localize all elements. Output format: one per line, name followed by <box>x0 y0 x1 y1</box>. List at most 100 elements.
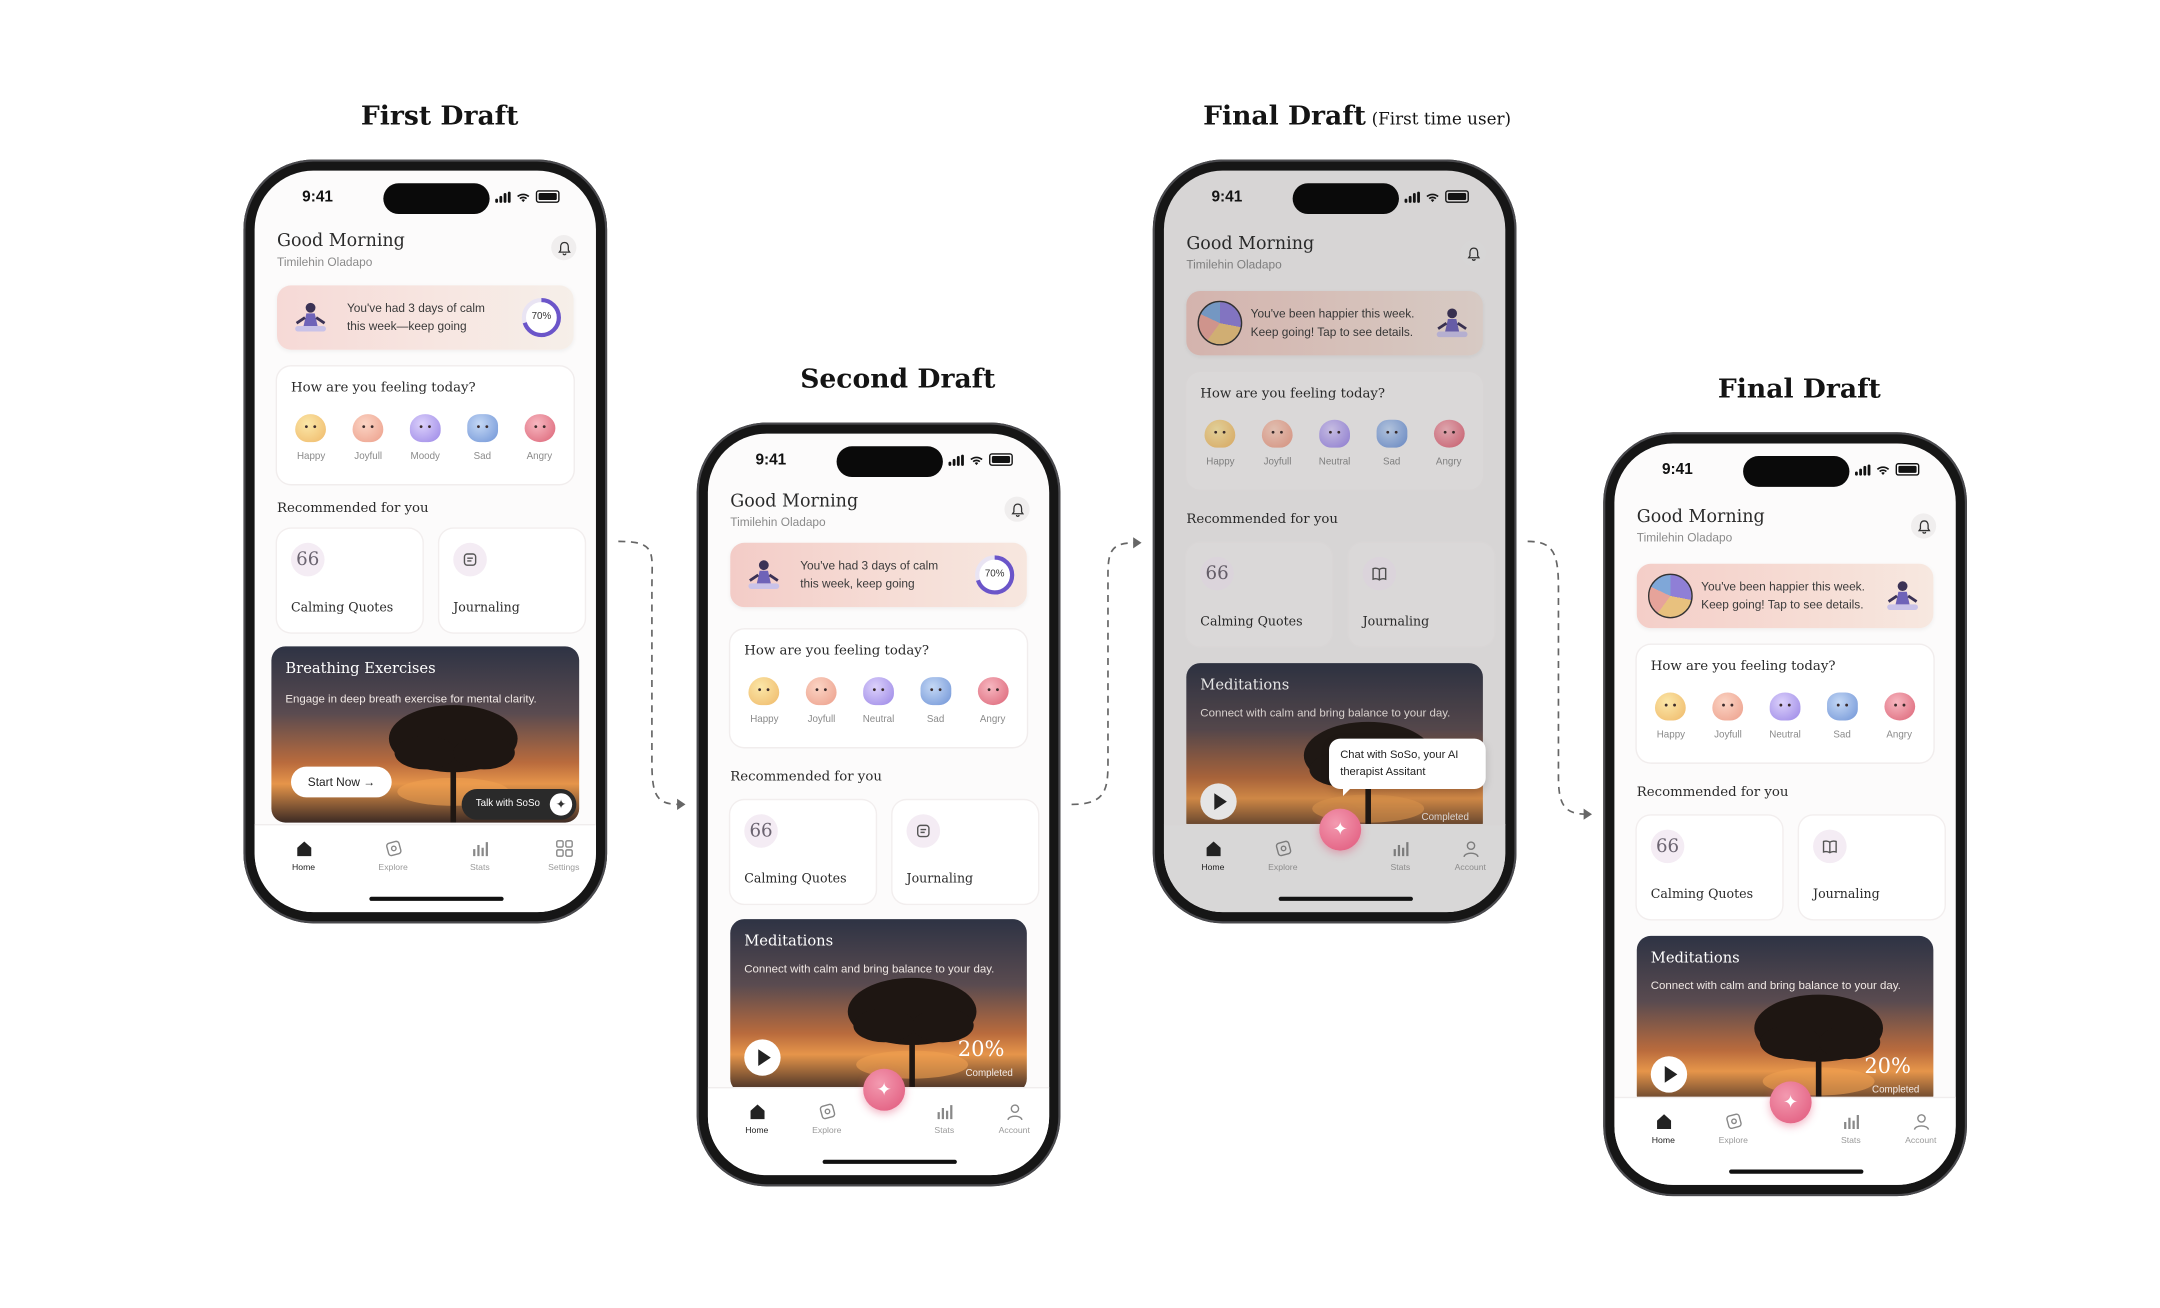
mood-angry[interactable]: Angry <box>1871 692 1927 740</box>
battery-icon <box>1445 190 1469 203</box>
notification-button[interactable] <box>551 235 577 261</box>
mood-sad[interactable]: Sad <box>454 414 510 462</box>
nav-stats[interactable]: Stats <box>912 1102 976 1136</box>
start-now-button[interactable]: Start Now → <box>290 766 392 798</box>
nav-home[interactable]: Home <box>725 1102 789 1136</box>
sparkle-icon: ✦ <box>876 1078 892 1100</box>
nav-account[interactable]: Account <box>1438 839 1502 873</box>
soso-chat-button[interactable]: ✦ <box>1319 808 1362 851</box>
explore-icon <box>819 1103 835 1120</box>
mood-neutral[interactable]: Neutral <box>851 677 907 725</box>
mood-happy[interactable]: Happy <box>1643 692 1699 740</box>
mood-joyfull[interactable]: Joyfull <box>793 677 849 725</box>
mood-joyfull[interactable]: Joyfull <box>340 414 396 462</box>
stats-icon <box>936 1105 952 1120</box>
angry-face-icon <box>1433 419 1465 448</box>
progress-banner[interactable]: You've had 3 days of calm this week—keep … <box>276 285 574 350</box>
card-calming-quotes[interactable]: 66 Calming Quotes <box>1186 542 1332 647</box>
nav-account[interactable]: Account <box>1889 1112 1953 1146</box>
progress-percent: 70% <box>531 311 552 322</box>
card-calming-quotes[interactable]: 66 Calming Quotes <box>730 800 876 904</box>
mood-pie-chart <box>1197 300 1243 346</box>
stats-icon <box>1843 1114 1859 1129</box>
nav-settings[interactable]: Settings <box>532 839 596 873</box>
soso-tooltip[interactable]: Chat with SoSo, your AI therapist Assita… <box>1329 738 1486 797</box>
stats-icon <box>1392 842 1408 857</box>
nav-explore[interactable]: Explore <box>1701 1112 1765 1146</box>
nav-home[interactable]: Home <box>1181 839 1245 873</box>
mood-question: How are you feeling today? <box>744 643 929 659</box>
card-journaling[interactable]: Journaling <box>892 800 1039 904</box>
mood-angry[interactable]: Angry <box>965 677 1021 725</box>
joyful-face-icon <box>352 414 384 443</box>
card-journaling[interactable]: Journaling <box>1799 815 1945 920</box>
meditation-illustration-icon <box>1887 581 1918 610</box>
mood-happy[interactable]: Happy <box>736 677 792 725</box>
card-journaling[interactable]: Journaling <box>1348 542 1495 647</box>
home-icon <box>1205 841 1220 857</box>
mood-joyfull[interactable]: Joyfull <box>1700 692 1756 740</box>
play-icon[interactable] <box>744 1039 781 1076</box>
moody-face-icon <box>409 414 441 443</box>
hero-title: Meditations <box>1200 677 1290 694</box>
nav-home[interactable]: Home <box>271 839 335 873</box>
meditation-illustration-icon <box>1436 308 1468 338</box>
mood-neutral[interactable]: Neutral <box>1307 419 1363 467</box>
completion-percent: 20% <box>1864 1053 1911 1079</box>
mood-question: How are you feeling today? <box>1650 658 1836 675</box>
mood-moody[interactable]: Moody <box>397 414 453 462</box>
nav-explore[interactable]: Explore <box>1251 839 1315 873</box>
home-icon <box>749 1104 764 1120</box>
banner-text: You've had 3 days of calm this week, keep… <box>800 558 939 590</box>
card-calming-quotes[interactable]: 66 Calming Quotes <box>276 528 423 633</box>
play-icon[interactable] <box>1200 783 1237 820</box>
neutral-face-icon <box>1769 692 1801 721</box>
card-journaling[interactable]: Journaling <box>439 528 585 633</box>
mood-sad[interactable]: Sad <box>908 677 964 725</box>
mood-happy[interactable]: Happy <box>283 414 339 462</box>
mood-check-card: How are you feeling today? Happy Joyfull… <box>730 629 1027 748</box>
battery-icon <box>535 190 560 203</box>
mood-insight-banner[interactable]: You've been happier this week. Keep going… <box>1186 290 1483 356</box>
journal-icon <box>906 814 941 848</box>
quote-icon: 66 <box>290 542 325 577</box>
mood-sad[interactable]: Sad <box>1814 692 1870 740</box>
nav-explore[interactable]: Explore <box>795 1102 859 1136</box>
mood-neutral[interactable]: Neutral <box>1757 692 1813 740</box>
mood-options: Happy Joyfull Neutral Sad Angry <box>1192 419 1477 467</box>
nav-stats[interactable]: Stats <box>1368 839 1432 873</box>
notification-button[interactable] <box>1460 240 1486 266</box>
notification-button[interactable] <box>1910 513 1937 539</box>
nav-account[interactable]: Account <box>982 1102 1046 1136</box>
status-time: 9:41 <box>302 188 333 206</box>
progress-banner[interactable]: You've had 3 days of calm this week, keep… <box>730 542 1027 608</box>
angry-face-icon <box>524 414 555 443</box>
play-icon[interactable] <box>1650 1056 1688 1093</box>
mood-happy[interactable]: Happy <box>1192 419 1248 467</box>
canvas: First Draft Second Draft Final Draft (Fir… <box>0 0 2160 1307</box>
soso-chat-button[interactable]: ✦ <box>1769 1081 1812 1124</box>
notification-button[interactable] <box>1004 496 1030 522</box>
talk-with-soso-button[interactable]: Talk with SoSo ✦ <box>461 789 577 820</box>
card-calming-quotes[interactable]: 66 Calming Quotes <box>1636 815 1783 920</box>
home-indicator <box>822 1159 957 1164</box>
sparkle-icon: ✦ <box>549 793 573 816</box>
nav-stats[interactable]: Stats <box>1819 1112 1883 1146</box>
banner-text: You've had 3 days of calm this week—keep … <box>346 300 485 333</box>
mood-joyfull[interactable]: Joyfull <box>1250 419 1306 467</box>
wifi-icon <box>517 192 530 202</box>
nav-stats[interactable]: Stats <box>448 839 512 873</box>
mood-insight-banner[interactable]: You've been happier this week. Keep going… <box>1636 563 1934 629</box>
nav-home[interactable]: Home <box>1631 1112 1695 1146</box>
mood-angry[interactable]: Angry <box>511 414 567 462</box>
recommended-title: Recommended for you <box>1186 512 1338 528</box>
nav-explore[interactable]: Explore <box>361 839 425 873</box>
user-name: Timilehin Oladapo <box>276 254 373 269</box>
screen: 9:41 Good Morning Timilehin Oladapo You'… <box>1614 443 1956 1185</box>
meditations-card[interactable]: Meditations Connect with calm and bring … <box>730 919 1027 1093</box>
mood-sad[interactable]: Sad <box>1364 419 1420 467</box>
happy-face-icon <box>1655 692 1687 721</box>
soso-chat-button[interactable]: ✦ <box>863 1068 906 1111</box>
bottom-nav: Home Explore Stats Settings <box>254 823 596 913</box>
mood-angry[interactable]: Angry <box>1421 419 1477 467</box>
